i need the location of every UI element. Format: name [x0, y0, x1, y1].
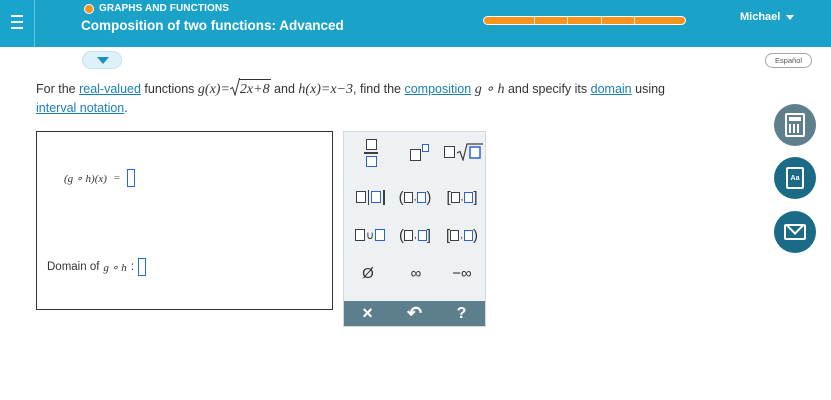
dictionary-button[interactable]: Aa — [774, 157, 816, 199]
half-open-left-interval-key[interactable]: [,) — [439, 224, 485, 246]
subject-dot-icon — [84, 3, 94, 14]
domain-input[interactable] — [138, 258, 147, 276]
composition-label: (g ∘ h)(x) — [64, 172, 107, 185]
negative-infinity-key[interactable]: −∞ — [442, 262, 482, 284]
square-root-key[interactable] — [442, 140, 486, 164]
infinity-key[interactable]: ∞ — [398, 262, 434, 284]
exponent-key[interactable] — [402, 140, 436, 164]
language-button[interactable]: Español — [765, 53, 812, 68]
question-text: For the real-valued functions g(x)= 2x+8 … — [36, 78, 806, 118]
message-button[interactable] — [774, 211, 816, 253]
collapse-toggle-button[interactable] — [82, 51, 122, 69]
link-domain[interactable]: domain — [591, 82, 632, 96]
domain-label: Domain of — [47, 261, 100, 273]
user-menu[interactable]: Michael — [740, 11, 795, 23]
half-open-right-interval-key[interactable]: (,] — [392, 224, 438, 246]
link-composition[interactable]: composition — [404, 82, 471, 96]
calculator-button[interactable] — [774, 104, 816, 146]
open-interval-key[interactable]: (,) — [392, 186, 438, 208]
link-interval-notation[interactable]: interval notation — [36, 101, 124, 115]
top-bar: GRAPHS AND FUNCTIONS Composition of two … — [0, 0, 831, 47]
envelope-icon — [784, 224, 806, 240]
calculator-icon — [785, 113, 805, 137]
square-root: 2x+8 — [229, 78, 271, 99]
dictionary-icon: Aa — [786, 167, 804, 189]
subject-label: GRAPHS AND FUNCTIONS — [84, 3, 229, 14]
composition-input[interactable] — [127, 169, 136, 187]
menu-icon[interactable] — [0, 0, 35, 47]
chevron-down-icon — [786, 14, 795, 20]
help-button[interactable]: ? — [438, 301, 485, 326]
answer-panel: (g ∘ h)(x) = Domain of g ∘ h : — [36, 131, 333, 310]
user-name: Michael — [740, 11, 781, 23]
clear-button[interactable]: × — [344, 301, 391, 326]
keypad-action-bar: × ↶ ? — [344, 301, 485, 326]
subject-text: GRAPHS AND FUNCTIONS — [99, 3, 229, 14]
empty-set-key[interactable]: Ø — [350, 262, 386, 284]
closed-interval-key[interactable]: [,] — [439, 186, 485, 208]
domain-row: Domain of g ∘ h : — [47, 258, 147, 276]
h-definition: h(x)=x−3 — [298, 82, 354, 97]
g-definition: g(x)= 2x+8 — [198, 78, 271, 99]
undo-button[interactable]: ↶ — [391, 301, 438, 326]
composition-row: (g ∘ h)(x) = — [64, 169, 136, 187]
union-key[interactable]: ∪ — [348, 224, 392, 246]
math-keypad: (,) [,] ∪ (,] [,) Ø ∞ −∞ × ↶ ? — [343, 131, 486, 327]
fraction-key[interactable] — [354, 136, 388, 170]
topic-title: Composition of two functions: Advanced — [81, 18, 344, 33]
progress-bar — [483, 16, 686, 25]
link-real-valued[interactable]: real-valued — [79, 82, 141, 96]
absolute-value-key[interactable] — [348, 186, 392, 208]
